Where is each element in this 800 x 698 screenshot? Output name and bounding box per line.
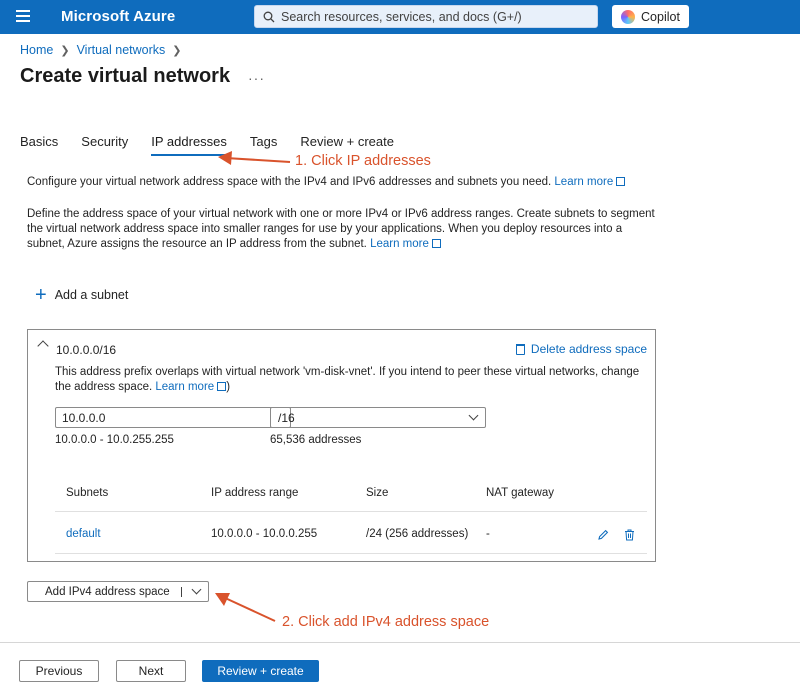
annotation-step-1: 1. Click IP addresses — [295, 153, 431, 169]
tab-bar: Basics Security IP addresses Tags Review… — [20, 134, 417, 156]
chevron-up-icon[interactable] — [37, 340, 49, 352]
chevron-down-icon[interactable] — [191, 584, 202, 595]
next-button[interactable]: Next — [116, 660, 186, 682]
page-title: Create virtual network — [20, 65, 231, 87]
previous-button[interactable]: Previous — [19, 660, 99, 682]
brand-title[interactable]: Microsoft Azure — [61, 8, 175, 25]
add-subnet-label: Add a subnet — [54, 288, 129, 302]
description-paragraph-2: Define the address space of your virtual… — [27, 207, 659, 252]
breadcrumb-virtual-networks[interactable]: Virtual networks — [77, 43, 166, 57]
subnet-range: 10.0.0.0 - 10.0.0.255 — [211, 528, 318, 540]
tab-review-create[interactable]: Review + create — [300, 134, 394, 155]
description-text-2: Define the address space of your virtual… — [27, 208, 655, 250]
footer-divider — [0, 642, 800, 643]
address-count-text: 65,536 addresses — [270, 434, 362, 446]
add-ipv4-address-space-button[interactable]: Add IPv4 address space — [27, 581, 209, 602]
plus-icon: + — [35, 284, 47, 306]
chevron-right-icon: ❯ — [172, 44, 182, 57]
column-header-ip-range: IP address range — [211, 487, 299, 499]
edit-icon[interactable] — [597, 529, 609, 541]
search-box[interactable] — [254, 5, 598, 28]
menu-icon[interactable] — [16, 10, 30, 22]
copilot-icon — [621, 9, 636, 24]
more-options-icon[interactable]: ··· — [248, 70, 265, 86]
column-header-size: Size — [366, 487, 389, 499]
delete-subnet-icon[interactable] — [624, 529, 635, 541]
tab-tags[interactable]: Tags — [250, 134, 277, 155]
delete-address-space-button[interactable]: Delete address space — [515, 342, 647, 356]
copilot-label: Copilot — [641, 9, 680, 24]
prefix-select[interactable]: /16 — [270, 407, 486, 428]
address-space-title: 10.0.0.0/16 — [56, 343, 117, 357]
tab-security[interactable]: Security — [81, 134, 128, 155]
search-input[interactable] — [281, 9, 581, 24]
delete-address-space-label: Delete address space — [530, 342, 647, 356]
add-subnet-button[interactable]: + Add a subnet — [35, 284, 129, 306]
subnet-default-link[interactable]: default — [66, 528, 101, 540]
table-divider — [55, 511, 647, 512]
copilot-button[interactable]: Copilot — [612, 5, 689, 28]
subnet-size: /24 (256 addresses) — [366, 528, 469, 540]
overlap-learn-more-link[interactable]: Learn more — [155, 381, 214, 393]
external-link-icon — [431, 239, 441, 248]
chevron-right-icon: ❯ — [60, 44, 70, 57]
tab-ip-addresses[interactable]: IP addresses — [151, 134, 227, 156]
learn-more-link-2[interactable]: Learn more — [370, 238, 429, 250]
description-text-1: Configure your virtual network address s… — [27, 176, 552, 188]
top-bar: Microsoft Azure Copilot — [0, 0, 800, 34]
column-header-nat-gateway: NAT gateway — [486, 487, 554, 499]
breadcrumb: Home ❯ Virtual networks ❯ — [20, 43, 188, 57]
annotation-step-2: 2. Click add IPv4 address space — [282, 614, 490, 630]
external-link-icon — [616, 177, 626, 186]
search-icon — [263, 11, 275, 22]
learn-more-link-1[interactable]: Learn more — [554, 176, 613, 188]
split-divider — [181, 587, 182, 597]
add-ipv4-label: Add IPv4 address space — [45, 585, 170, 598]
overlap-warning: This address prefix overlaps with virtua… — [55, 366, 640, 393]
address-space-panel: 10.0.0.0/16 Delete address space This ad… — [27, 329, 656, 562]
breadcrumb-home[interactable]: Home — [20, 43, 53, 57]
description-line-1: Configure your virtual network address s… — [27, 175, 659, 190]
overlap-text: This address prefix overlaps with virtua… — [55, 366, 640, 393]
external-link-icon — [217, 382, 227, 391]
chevron-down-icon — [468, 410, 479, 421]
prefix-value: /16 — [278, 411, 295, 425]
tab-basics[interactable]: Basics — [20, 134, 58, 155]
ip-address-input[interactable] — [55, 407, 291, 428]
address-range-text: 10.0.0.0 - 10.0.255.255 — [55, 434, 174, 446]
column-header-subnets: Subnets — [66, 487, 109, 499]
table-divider — [55, 553, 647, 554]
trash-icon — [515, 343, 525, 355]
review-create-button[interactable]: Review + create — [202, 660, 319, 682]
subnet-nat: - — [486, 528, 490, 540]
